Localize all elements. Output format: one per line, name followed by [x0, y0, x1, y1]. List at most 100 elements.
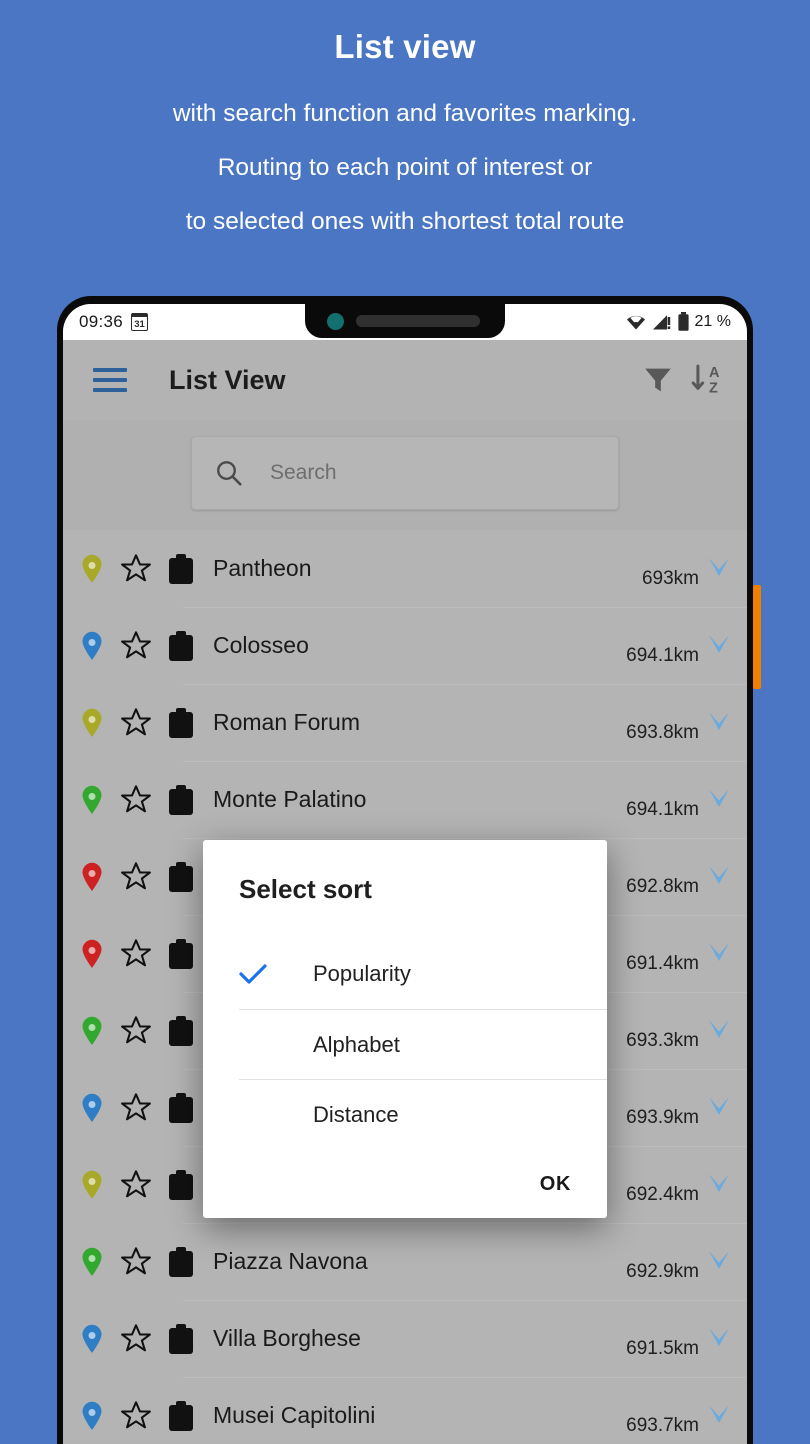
clipboard-icon[interactable] [169, 553, 193, 584]
favorite-star-icon[interactable] [119, 1091, 153, 1124]
hamburger-menu-icon[interactable] [93, 368, 127, 392]
status-bar-left: 09:36 31 [79, 312, 149, 332]
clipboard-icon[interactable] [169, 1323, 193, 1354]
screenshot-root: List view with search function and favor… [0, 0, 810, 1444]
list-item[interactable]: Musei Capitolini 693.7km [63, 1377, 747, 1444]
list-item-name: Pantheon [213, 555, 312, 581]
list-item[interactable]: Piazza Navona 692.9km [63, 1223, 747, 1300]
favorite-star-icon[interactable] [119, 783, 153, 816]
navigate-chevron-icon[interactable] [707, 1326, 731, 1352]
dialog-option[interactable]: Distance [239, 1079, 607, 1149]
list-item-distance: 693.3km [626, 1029, 699, 1051]
clipboard-icon[interactable] [169, 784, 193, 815]
map-pin-icon[interactable] [81, 862, 103, 892]
calendar-day-label: 31 [134, 318, 145, 330]
list-item[interactable]: Colosseo 694.1km [63, 607, 747, 684]
list-item[interactable]: Pantheon 693km [63, 530, 747, 607]
map-pin-icon[interactable] [81, 785, 103, 815]
clipboard-icon[interactable] [169, 1015, 193, 1046]
map-pin-icon[interactable] [81, 1016, 103, 1046]
filter-funnel-icon[interactable] [641, 363, 675, 397]
map-pin-icon[interactable] [81, 1401, 103, 1431]
list-item-distance: 693.7km [626, 1414, 699, 1436]
wifi-icon [626, 315, 645, 330]
dialog-option-label: Alphabet [313, 1031, 400, 1057]
map-pin-icon[interactable] [81, 554, 103, 584]
device-notch [305, 304, 505, 338]
search-placeholder: Search [270, 461, 337, 484]
map-pin-icon[interactable] [81, 631, 103, 661]
clipboard-icon[interactable] [169, 1400, 193, 1431]
map-pin-icon[interactable] [81, 939, 103, 969]
device-side-button[interactable] [753, 585, 761, 689]
map-pin-icon[interactable] [81, 1170, 103, 1200]
favorite-star-icon[interactable] [119, 1168, 153, 1201]
clipboard-icon[interactable] [169, 1169, 193, 1200]
navigate-chevron-icon[interactable] [707, 1172, 731, 1198]
list-item-right: 693.3km [626, 1018, 731, 1051]
list-item-name: Musei Capitolini [213, 1402, 376, 1428]
list-item[interactable]: Roman Forum 693.8km [63, 684, 747, 761]
dialog-option[interactable]: Popularity [239, 939, 607, 1009]
promo-line-1: with search function and favorites marki… [172, 100, 638, 127]
favorite-star-icon[interactable] [119, 1245, 153, 1278]
dialog-option[interactable]: Alphabet [239, 1009, 607, 1079]
status-time: 09:36 [79, 312, 124, 331]
dialog-option-check [239, 963, 281, 985]
clipboard-icon[interactable] [169, 861, 193, 892]
navigate-chevron-icon[interactable] [707, 556, 731, 582]
dialog-title: Select sort [239, 874, 372, 904]
promo-header: List view with search function and favor… [0, 0, 810, 236]
favorite-star-icon[interactable] [119, 860, 153, 893]
clipboard-icon[interactable] [169, 707, 193, 738]
search-icon [217, 461, 242, 486]
list-item[interactable]: Villa Borghese 691.5km [63, 1300, 747, 1377]
search-area: Search [63, 420, 747, 530]
list-item-right: 692.4km [626, 1172, 731, 1205]
list-item-right: 693km [642, 556, 731, 589]
clipboard-icon[interactable] [169, 938, 193, 969]
navigate-chevron-icon[interactable] [707, 1403, 731, 1429]
favorite-star-icon[interactable] [119, 629, 153, 662]
favorite-star-icon[interactable] [119, 706, 153, 739]
list-item-right: 691.5km [626, 1326, 731, 1359]
list-item-name: Monte Palatino [213, 786, 367, 812]
check-icon [239, 964, 267, 984]
navigate-chevron-icon[interactable] [707, 941, 731, 967]
list-item[interactable]: Monte Palatino 694.1km [63, 761, 747, 838]
list-item-distance: 692.8km [626, 875, 699, 897]
ok-button[interactable]: OK [540, 1173, 571, 1196]
navigate-chevron-icon[interactable] [707, 1018, 731, 1044]
list-item-distance: 691.5km [626, 1337, 699, 1359]
favorite-star-icon[interactable] [119, 1014, 153, 1047]
navigate-chevron-icon[interactable] [707, 1249, 731, 1275]
page-title: List View [169, 364, 286, 395]
list-item-name: Villa Borghese [213, 1325, 361, 1351]
map-pin-icon[interactable] [81, 708, 103, 738]
battery-icon [677, 312, 689, 331]
clipboard-icon[interactable] [169, 1092, 193, 1123]
clipboard-icon[interactable] [169, 1246, 193, 1277]
navigate-chevron-icon[interactable] [707, 710, 731, 736]
favorite-star-icon[interactable] [119, 937, 153, 970]
navigate-chevron-icon[interactable] [707, 864, 731, 890]
navigate-chevron-icon[interactable] [707, 633, 731, 659]
navigate-chevron-icon[interactable] [707, 787, 731, 813]
list-item-name: Colosseo [213, 632, 309, 658]
list-item-distance: 693.8km [626, 721, 699, 743]
favorite-star-icon[interactable] [119, 552, 153, 585]
list-item-name: Piazza Navona [213, 1248, 368, 1274]
clipboard-icon[interactable] [169, 630, 193, 661]
front-camera-icon [327, 312, 344, 330]
navigate-chevron-icon[interactable] [707, 1095, 731, 1121]
list-item-right: 693.7km [626, 1403, 731, 1436]
dialog-option-label: Distance [313, 1101, 399, 1127]
favorite-star-icon[interactable] [119, 1399, 153, 1432]
map-pin-icon[interactable] [81, 1324, 103, 1354]
sort-az-icon[interactable]: A Z [691, 362, 727, 398]
map-pin-icon[interactable] [81, 1247, 103, 1277]
favorite-star-icon[interactable] [119, 1322, 153, 1355]
search-input[interactable]: Search [191, 436, 619, 510]
map-pin-icon[interactable] [81, 1093, 103, 1123]
list-item-right: 694.1km [626, 787, 731, 820]
